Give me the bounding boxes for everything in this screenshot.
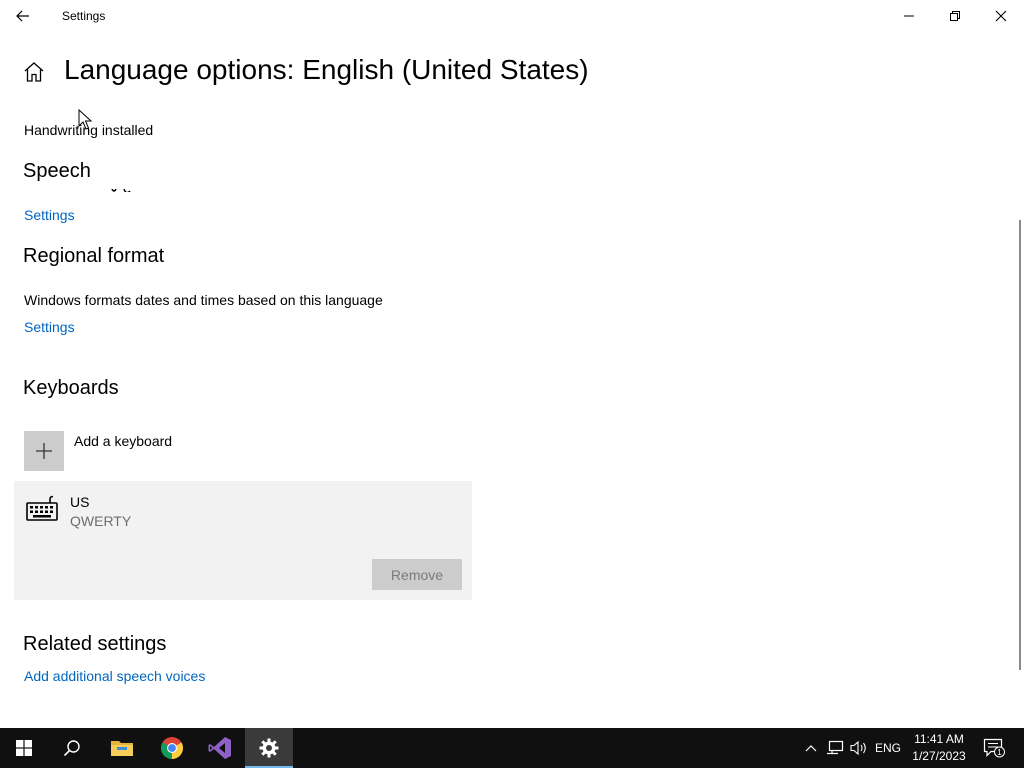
add-keyboard-button[interactable] — [24, 431, 64, 471]
chrome-icon — [161, 737, 183, 759]
window-title: Settings — [62, 9, 106, 23]
home-button[interactable] — [22, 60, 46, 84]
mouse-cursor-icon — [78, 109, 92, 130]
notification-count: 1 — [997, 748, 1002, 757]
network-icon — [827, 740, 844, 755]
taskbar-settings[interactable] — [245, 728, 293, 768]
visual-studio-icon — [208, 737, 231, 759]
back-button[interactable] — [0, 0, 46, 32]
scrollbar-thumb[interactable] — [1019, 220, 1021, 670]
regional-format-heading: Regional format — [23, 245, 165, 267]
volume-tray-button[interactable] — [848, 728, 870, 768]
back-arrow-icon — [16, 10, 29, 22]
taskbar-clock[interactable]: 11:41 AM 1/27/2023 — [906, 731, 972, 765]
related-settings-heading: Related settings — [23, 633, 167, 655]
restore-icon — [950, 11, 960, 21]
start-button[interactable] — [0, 728, 48, 768]
taskbar-search-button[interactable] — [48, 728, 96, 768]
add-speech-voices-link[interactable]: Add additional speech voices — [24, 668, 205, 684]
restore-button[interactable] — [932, 0, 978, 32]
regional-format-description: Windows formats dates and times based on… — [24, 292, 383, 308]
keyboard-icon — [26, 495, 58, 521]
add-keyboard-label[interactable]: Add a keyboard — [74, 433, 172, 449]
keyboard-name: US — [70, 494, 90, 510]
input-language-indicator[interactable]: ENG — [872, 728, 904, 768]
taskbar: ENG 11:41 AM 1/27/2023 1 — [0, 728, 1024, 768]
close-button[interactable] — [978, 0, 1024, 32]
search-icon — [63, 740, 80, 757]
home-icon — [24, 62, 44, 82]
taskbar-visual-studio[interactable] — [196, 728, 244, 768]
title-bar: Settings — [0, 0, 1024, 32]
regional-format-settings-link[interactable]: Settings — [24, 319, 75, 335]
settings-gear-icon — [259, 738, 279, 758]
vertical-scrollbar[interactable] — [1016, 96, 1024, 728]
start-icon — [16, 740, 32, 756]
action-center-button[interactable]: 1 — [980, 728, 1008, 768]
taskbar-chrome[interactable] — [148, 728, 196, 768]
plus-icon — [36, 443, 52, 459]
show-hidden-icons-button[interactable] — [800, 728, 822, 768]
minimize-icon — [904, 15, 914, 17]
clipped-heading-fragment — [110, 184, 134, 192]
keyboards-heading: Keyboards — [23, 377, 119, 399]
page-title: Language options: English (United States… — [64, 54, 589, 85]
network-tray-button[interactable] — [824, 728, 846, 768]
settings-content: Handwriting installed Speech Settings Re… — [0, 96, 1016, 726]
file-explorer-icon — [111, 741, 133, 756]
remove-keyboard-button[interactable]: Remove — [372, 559, 462, 590]
close-icon — [995, 10, 1007, 22]
chevron-up-icon — [805, 745, 817, 752]
clock-time: 11:41 AM — [914, 732, 964, 746]
clock-date: 1/27/2023 — [912, 749, 966, 763]
minimize-button[interactable] — [886, 0, 932, 32]
speaker-icon — [850, 740, 866, 756]
keyboard-layout: QWERTY — [70, 513, 132, 529]
taskbar-file-explorer[interactable] — [98, 728, 146, 768]
notification-icon: 1 — [983, 738, 1005, 758]
speech-settings-link[interactable]: Settings — [24, 207, 75, 223]
keyboard-item-us[interactable]: US QWERTY Remove — [14, 481, 472, 600]
speech-heading: Speech — [23, 160, 91, 182]
